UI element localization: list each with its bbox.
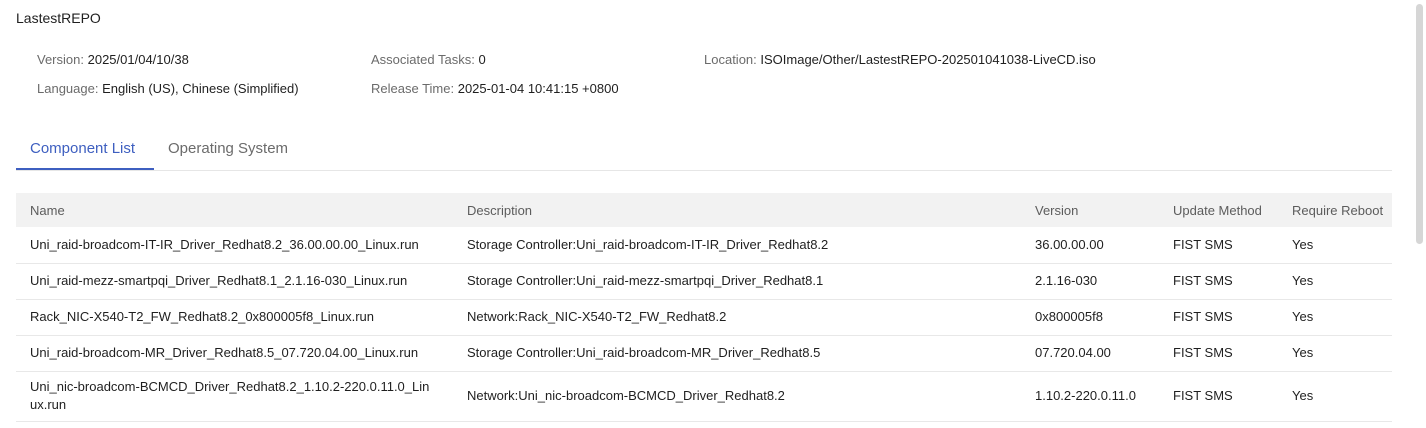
cell-description: Network:Rack_NIC-X540-T2_FW_Redhat8.2 <box>467 309 727 324</box>
meta-language-value: English (US), Chinese (Simplified) <box>102 81 299 96</box>
cell-update-method: FIST SMS <box>1173 309 1233 324</box>
meta-language-label: Language: <box>37 81 99 96</box>
page-title: LastestREPO <box>16 10 101 26</box>
column-header-update-method[interactable]: Update Method <box>1159 193 1278 227</box>
meta-tasks-value: 0 <box>478 52 486 67</box>
cell-version: 0x800005f8 <box>1035 309 1103 324</box>
meta-location-value: ISOImage/Other/LastestREPO-202501041038-… <box>760 52 1096 67</box>
cell-version: 2.1.16-030 <box>1035 273 1098 288</box>
cell-name: Uni_nic-broadcom-BCMCD_Driver_Redhat8.2_… <box>30 379 430 412</box>
cell-description: Storage Controller:Uni_raid-broadcom-IT-… <box>467 236 829 252</box>
table-row[interactable]: Uni_raid-broadcom-MR_Driver_Redhat8.5_07… <box>16 335 1392 371</box>
cell-name: Rack_NIC-X540-T2_FW_Redhat8.2_0x800005f8… <box>30 309 374 324</box>
cell-update-method: FIST SMS <box>1173 236 1233 252</box>
meta-release-label: Release Time: <box>371 81 455 96</box>
cell-version: 36.00.00.00 <box>1035 236 1104 252</box>
meta-version: Version: 2025/01/04/10/38 <box>37 52 189 67</box>
table-header-row: Name Description Version Update Method R… <box>16 193 1392 227</box>
table-row[interactable]: Uni_raid-mezz-smartpqi_Driver_Redhat8.1_… <box>16 263 1392 299</box>
tab-component-list[interactable]: Component List <box>30 140 135 157</box>
cell-description: Storage Controller:Uni_raid-broadcom-MR_… <box>467 345 821 360</box>
meta-release: Release Time: 2025-01-04 10:41:15 +0800 <box>371 81 619 96</box>
cell-update-method: FIST SMS <box>1173 273 1233 288</box>
cell-require-reboot: Yes <box>1292 388 1314 403</box>
cell-require-reboot: Yes <box>1292 236 1314 252</box>
cell-name: Uni_raid-broadcom-IT-IR_Driver_Redhat8.2… <box>30 236 419 252</box>
component-table: Name Description Version Update Method R… <box>16 193 1392 422</box>
vertical-scrollbar[interactable] <box>1416 4 1423 244</box>
table-row[interactable]: Uni_raid-broadcom-IT-IR_Driver_Redhat8.2… <box>16 227 1392 263</box>
tab-operating-system[interactable]: Operating System <box>168 140 288 157</box>
cell-version: 07.720.04.00 <box>1035 345 1111 360</box>
cell-description: Storage Controller:Uni_raid-mezz-smartpq… <box>467 273 824 288</box>
column-header-require-reboot[interactable]: Require Reboot <box>1278 193 1392 227</box>
meta-tasks: Associated Tasks: 0 <box>371 52 486 67</box>
cell-name: Uni_raid-mezz-smartpqi_Driver_Redhat8.1_… <box>30 273 408 288</box>
cell-update-method: FIST SMS <box>1173 388 1233 403</box>
column-header-name[interactable]: Name <box>16 193 453 227</box>
cell-require-reboot: Yes <box>1292 309 1314 324</box>
cell-require-reboot: Yes <box>1292 273 1314 288</box>
meta-location-label: Location: <box>704 52 757 67</box>
meta-release-value: 2025-01-04 10:41:15 +0800 <box>457 81 619 96</box>
cell-version: 1.10.2-220.0.11.0 <box>1035 388 1136 403</box>
cell-name: Uni_raid-broadcom-MR_Driver_Redhat8.5_07… <box>30 345 419 360</box>
cell-description: Network:Uni_nic-broadcom-BCMCD_Driver_Re… <box>467 388 785 403</box>
cell-require-reboot: Yes <box>1292 345 1314 360</box>
column-header-version[interactable]: Version <box>1021 193 1159 227</box>
tab-bar: Component List Operating System <box>16 130 1392 171</box>
cell-update-method: FIST SMS <box>1173 345 1233 360</box>
meta-tasks-label: Associated Tasks: <box>371 52 475 67</box>
column-header-description[interactable]: Description <box>453 193 1021 227</box>
meta-version-value: 2025/01/04/10/38 <box>87 52 189 67</box>
table-row[interactable]: Rack_NIC-X540-T2_FW_Redhat8.2_0x800005f8… <box>16 299 1392 335</box>
active-tab-indicator <box>16 168 154 170</box>
meta-language: Language: English (US), Chinese (Simplif… <box>37 81 299 96</box>
meta-location: Location: ISOImage/Other/LastestREPO-202… <box>704 52 1096 67</box>
meta-version-label: Version: <box>37 52 84 67</box>
table-row[interactable]: Uni_nic-broadcom-BCMCD_Driver_Redhat8.2_… <box>16 371 1392 421</box>
